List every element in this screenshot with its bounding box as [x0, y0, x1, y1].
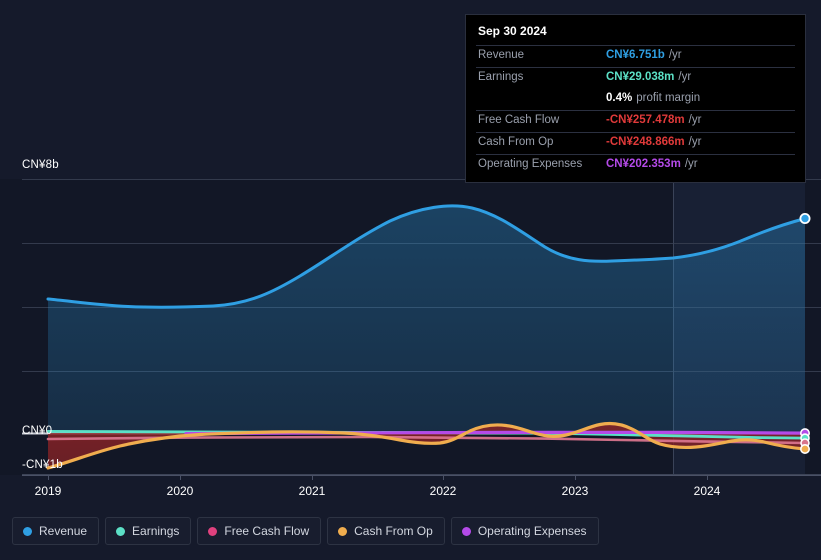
chart-tooltip: Sep 30 2024 Revenue CN¥6.751b /yr Earnin… — [465, 14, 806, 183]
x-axis-label-2023: 2023 — [561, 484, 589, 498]
legend-dot-free-cash-flow-icon — [208, 526, 218, 536]
legend-item-revenue[interactable]: Revenue — [12, 517, 100, 545]
x-axis-label-2020: 2020 — [166, 484, 194, 498]
tooltip-unit-operating-expenses: /yr — [684, 158, 698, 170]
tooltip-row-cash-from-op: Cash From Op -CN¥248.866m /yr — [476, 132, 795, 154]
chart-legend: Revenue Earnings Free Cash Flow Cash Fro… — [12, 517, 599, 545]
x-axis-label-2021: 2021 — [298, 484, 326, 498]
tooltip-value-operating-expenses: CN¥202.353m — [606, 158, 681, 170]
tooltip-row-free-cash-flow: Free Cash Flow -CN¥257.478m /yr — [476, 110, 795, 132]
legend-dot-earnings-icon — [116, 526, 126, 536]
tooltip-value-revenue: CN¥6.751b — [606, 49, 665, 61]
y-axis-label-zero: CN¥0 — [22, 425, 53, 437]
tooltip-key-operating-expenses: Operating Expenses — [478, 158, 583, 170]
legend-label-operating-expenses: Operating Expenses — [477, 524, 587, 538]
tooltip-row-operating-expenses: Operating Expenses CN¥202.353m /yr — [476, 154, 795, 176]
tooltip-unit-free-cash-flow: /yr — [688, 114, 702, 126]
legend-dot-revenue-icon — [23, 526, 32, 536]
tooltip-key-cash-from-op: Cash From Op — [478, 136, 554, 148]
tooltip-key-free-cash-flow: Free Cash Flow — [478, 114, 560, 126]
tooltip-row-revenue: Revenue CN¥6.751b /yr — [476, 45, 795, 67]
tooltip-row-earnings: Earnings CN¥29.038m /yr — [476, 67, 795, 89]
legend-label-revenue: Revenue — [39, 524, 88, 538]
x-axis-label-2024: 2024 — [693, 484, 721, 498]
x-axis-label-2019: 2019 — [34, 484, 62, 498]
tooltip-value-profit-margin: 0.4% — [606, 92, 633, 104]
legend-item-free-cash-flow[interactable]: Free Cash Flow — [197, 517, 322, 545]
legend-label-earnings: Earnings — [132, 524, 180, 538]
tooltip-key-earnings: Earnings — [478, 71, 524, 83]
legend-dot-operating-expenses-icon — [461, 526, 471, 536]
legend-dot-cash-from-op-icon — [338, 526, 348, 536]
tooltip-key-revenue: Revenue — [478, 49, 525, 61]
legend-label-free-cash-flow: Free Cash Flow — [224, 524, 310, 538]
tooltip-unit-revenue: /yr — [668, 49, 682, 61]
legend-item-earnings[interactable]: Earnings — [105, 517, 192, 545]
legend-label-cash-from-op: Cash From Op — [354, 524, 433, 538]
tooltip-value-free-cash-flow: -CN¥257.478m — [606, 114, 685, 126]
tooltip-value-earnings: CN¥29.038m — [606, 71, 675, 83]
tooltip-value-cash-from-op: -CN¥248.866m — [606, 136, 685, 148]
cash-from-op-endpoint-marker — [799, 443, 810, 454]
tooltip-unit-earnings: /yr — [678, 71, 692, 83]
tooltip-row-profit-margin: 0.4% profit margin — [476, 89, 795, 110]
tooltip-unit-profit-margin: profit margin — [636, 92, 701, 104]
revenue-endpoint-marker — [799, 212, 811, 224]
y-axis-label-top: CN¥8b — [22, 159, 59, 171]
x-axis-label-2022: 2022 — [429, 484, 457, 498]
legend-item-operating-expenses[interactable]: Operating Expenses — [450, 517, 599, 545]
y-axis-label-bottom: -CN¥1b — [22, 459, 63, 471]
tooltip-unit-cash-from-op: /yr — [688, 136, 702, 148]
legend-item-cash-from-op[interactable]: Cash From Op — [327, 517, 445, 545]
tooltip-date: Sep 30 2024 — [478, 24, 547, 38]
financial-chart: CN¥8b CN¥0 -CN¥1b 2019 2020 2021 2022 20… — [0, 0, 821, 560]
